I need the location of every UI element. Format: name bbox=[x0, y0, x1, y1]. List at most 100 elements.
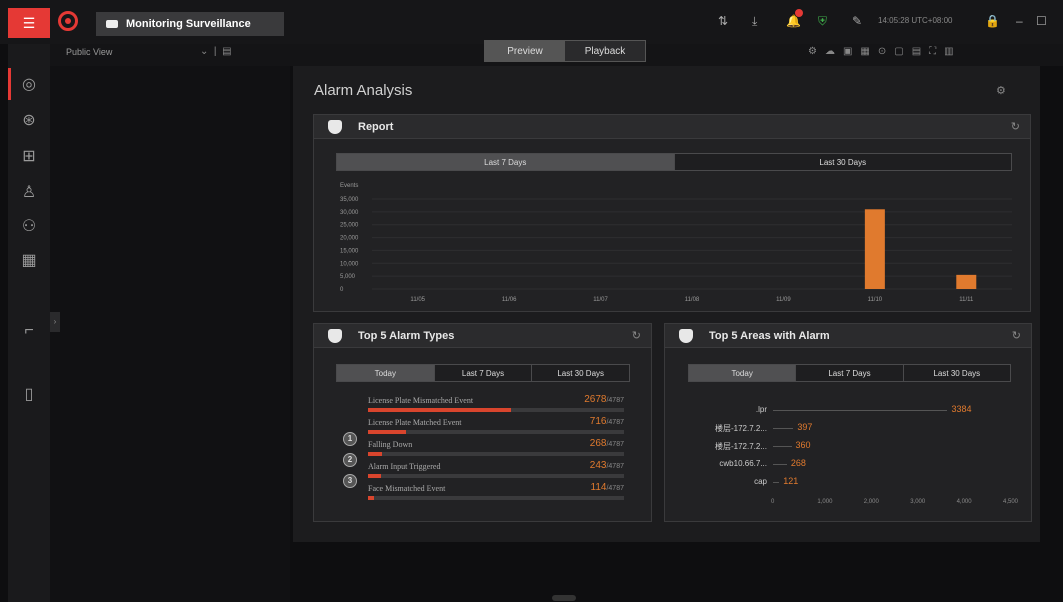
alarm-type-row[interactable]: License Plate Mismatched Event 2678/4787 bbox=[368, 394, 624, 416]
grid-icon[interactable]: ⊞ bbox=[18, 146, 40, 168]
alarm-type-value: 716 bbox=[589, 416, 607, 427]
lock-icon[interactable]: 🔒 bbox=[985, 14, 1000, 28]
areas-range-selector: Today Last 7 Days Last 30 Days bbox=[688, 364, 1011, 382]
refresh-icon[interactable]: ↻ bbox=[1011, 120, 1020, 133]
alarm-type-bar-track bbox=[368, 408, 624, 412]
y-tick-label: 20,000 bbox=[340, 236, 359, 242]
area-name: 楼层-172.7.2... bbox=[714, 442, 767, 451]
report-range-selector: Last 7 Days Last 30 Days bbox=[336, 153, 1012, 171]
area-bar[interactable] bbox=[773, 446, 792, 447]
range-last-30-days[interactable]: Last 30 Days bbox=[674, 154, 1011, 170]
area-value: 397 bbox=[797, 422, 813, 432]
area-bar[interactable] bbox=[773, 464, 787, 465]
table-icon[interactable]: ▦ bbox=[18, 250, 40, 272]
areas-icon bbox=[679, 329, 693, 343]
range-today[interactable]: Today bbox=[689, 365, 797, 381]
alarm-type-value: 268 bbox=[589, 438, 607, 449]
mode-switch: Preview Playback bbox=[484, 40, 646, 62]
range-last-7-days[interactable]: Last 7 Days bbox=[337, 154, 675, 170]
tab-title: Monitoring Surveillance bbox=[126, 18, 251, 30]
camera-icon bbox=[106, 20, 118, 28]
y-tick-label: 15,000 bbox=[340, 248, 359, 254]
x-tick-label: 11/11 bbox=[959, 297, 974, 303]
alarm-type-total: /4787 bbox=[606, 441, 624, 448]
area-bar[interactable] bbox=[773, 482, 780, 483]
page-indicator[interactable] bbox=[552, 595, 576, 601]
alarm-type-total: /4787 bbox=[606, 463, 624, 470]
settings-icon[interactable]: ⚙ bbox=[996, 84, 1006, 97]
alarm-type-row[interactable]: License Plate Matched Event 716/4787 bbox=[368, 416, 624, 438]
x-tick-label: 11/08 bbox=[685, 297, 700, 303]
page-title: Alarm Analysis bbox=[314, 82, 413, 99]
preview-button[interactable]: Preview bbox=[485, 41, 565, 61]
area-x-tick: 2,000 bbox=[863, 499, 879, 505]
range-last-7-days[interactable]: Last 7 Days bbox=[434, 365, 533, 381]
alarm-type-count: 114/4787 bbox=[591, 482, 624, 493]
chart-bar[interactable] bbox=[864, 209, 885, 289]
person-icon[interactable]: ♙ bbox=[18, 182, 40, 204]
x-tick-label: 11/10 bbox=[868, 297, 883, 303]
y-tick-label: 25,000 bbox=[340, 223, 359, 229]
pen-icon[interactable]: ✎ bbox=[852, 14, 862, 28]
alarm-type-bar-fill bbox=[368, 474, 382, 478]
x-tick-label: 11/06 bbox=[502, 297, 517, 303]
alarm-type-count: 268/4787 bbox=[590, 438, 624, 449]
alarm-type-count: 2678/4787 bbox=[584, 394, 624, 405]
area-x-tick: 1,000 bbox=[817, 499, 833, 505]
collapse-panel-icon[interactable]: › bbox=[50, 312, 60, 332]
alarm-type-count: 716/4787 bbox=[590, 416, 624, 427]
chart-bar[interactable] bbox=[956, 274, 977, 289]
alarm-type-row[interactable]: Face Mismatched Event 114/4787 bbox=[368, 482, 624, 504]
x-tick-label: 11/05 bbox=[410, 297, 425, 303]
y-tick-label: 10,000 bbox=[340, 261, 359, 267]
report-card: Report ↻ Last 7 Days Last 30 Days Events… bbox=[313, 114, 1031, 312]
y-tick-label: 0 bbox=[340, 287, 344, 293]
area-name: cwb10.66.7... bbox=[719, 459, 767, 468]
view-selector-label[interactable]: Public View bbox=[66, 47, 112, 57]
range-last-30-days[interactable]: Last 30 Days bbox=[532, 365, 630, 381]
alarm-type-name: Falling Down bbox=[368, 440, 413, 449]
areas-title: Top 5 Areas with Alarm bbox=[709, 330, 830, 342]
top-areas-card: Top 5 Areas with Alarm ↻ Today Last 7 Da… bbox=[664, 323, 1032, 522]
globe-icon[interactable]: ◎ bbox=[18, 74, 40, 96]
alarm-types-header: Top 5 Alarm Types ↻ bbox=[314, 324, 651, 348]
refresh-icon[interactable]: ↻ bbox=[632, 329, 641, 342]
rank-badge: 2 bbox=[343, 453, 357, 467]
minimize-icon[interactable]: – bbox=[1016, 14, 1023, 28]
area-bar[interactable] bbox=[773, 410, 948, 411]
toolbar-icons[interactable]: ⚙☁▣▦⊙▢▤⛶▥ bbox=[808, 46, 962, 57]
maximize-icon[interactable]: ☐ bbox=[1036, 14, 1047, 28]
alarm-type-value: 114 bbox=[590, 482, 607, 493]
alarm-type-bar-fill bbox=[368, 452, 383, 456]
alarm-type-row[interactable]: Alarm Input Triggered 243/4787 bbox=[368, 460, 624, 482]
camera-tool-icon[interactable]: ⌐ bbox=[18, 320, 40, 342]
range-last-7-days[interactable]: Last 7 Days bbox=[796, 365, 904, 381]
playback-button[interactable]: Playback bbox=[565, 41, 645, 61]
refresh-icon[interactable]: ↻ bbox=[1012, 329, 1021, 342]
network-icon[interactable]: ⇅ bbox=[718, 14, 728, 28]
alarm-type-row[interactable]: Falling Down 268/4787 bbox=[368, 438, 624, 460]
area-x-tick: 4,000 bbox=[956, 499, 972, 505]
shield-icon[interactable]: ⛨ bbox=[818, 14, 827, 29]
area-bar[interactable] bbox=[773, 428, 794, 429]
alarm-type-value: 243 bbox=[589, 460, 607, 471]
sidebar-active-indicator bbox=[8, 68, 11, 100]
app-logo bbox=[58, 11, 78, 31]
alarm-type-bar-track bbox=[368, 496, 624, 500]
alarm-type-count: 243/4787 bbox=[590, 460, 624, 471]
document-icon[interactable]: ▯ bbox=[18, 384, 40, 406]
hamburger-icon[interactable]: ☰ bbox=[8, 8, 50, 38]
range-today[interactable]: Today bbox=[337, 365, 435, 381]
download-icon[interactable]: ⤓ bbox=[752, 14, 757, 29]
rank-badge: 1 bbox=[343, 432, 357, 446]
alarm-type-total: /4787 bbox=[606, 485, 624, 492]
area-x-tick: 3,000 bbox=[910, 499, 926, 505]
tab-monitoring-surveillance[interactable]: Monitoring Surveillance bbox=[96, 12, 284, 36]
people-icon[interactable]: ⚇ bbox=[18, 216, 40, 238]
range-last-30-days[interactable]: Last 30 Days bbox=[903, 365, 1010, 381]
areas-header: Top 5 Areas with Alarm ↻ bbox=[665, 324, 1031, 348]
dashboard-icon[interactable]: ⊛ bbox=[18, 110, 40, 132]
alarm-badge bbox=[795, 9, 803, 17]
view-selector-chevron-icon[interactable]: ⌄ | ▤ bbox=[200, 46, 232, 57]
area-value: 360 bbox=[795, 440, 811, 450]
